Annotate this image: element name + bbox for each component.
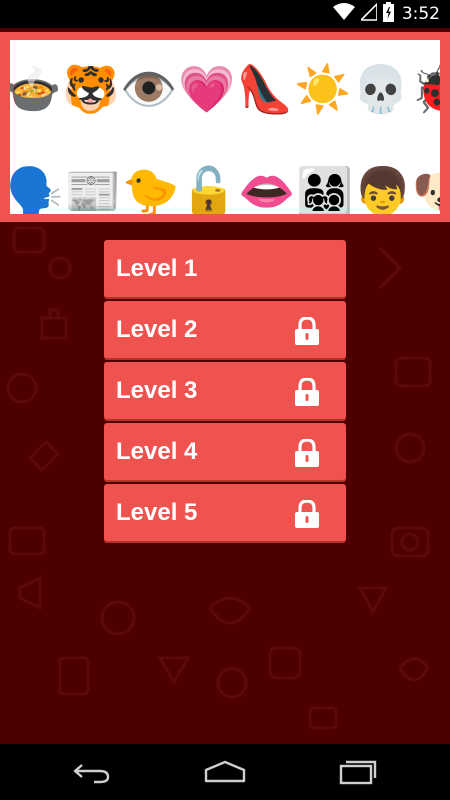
level-label: Level 5 [116,499,198,526]
wifi-icon [332,3,355,25]
banner-emoji: 👠 [236,62,294,116]
banner-emoji: 🗣️ [10,164,64,214]
level-label: Level 1 [116,255,198,282]
banner-emoji: 👦 [354,164,412,214]
banner-emoji: 👄 [238,164,296,214]
lock-icon [295,500,319,528]
level-5-button[interactable]: Level 5 [104,484,346,541]
status-bar: 3:52 [0,0,450,28]
app-content: 🍲 🐯 👁️ 💗 👠 ☀️ 💀 🐞 🗣️ 📰 🐤 🔓 👄 👨‍👩‍👧‍👦 👦 🐶 [0,28,450,744]
emoji-banner: 🍲 🐯 👁️ 💗 👠 ☀️ 💀 🐞 🗣️ 📰 🐤 🔓 👄 👨‍👩‍👧‍👦 👦 🐶 [0,32,450,222]
level-label: Level 3 [116,377,198,404]
banner-emoji: 👨‍👩‍👧‍👦 [296,164,354,214]
level-3-button[interactable]: Level 3 [104,362,346,419]
recent-apps-icon [339,760,377,785]
emoji-row-bottom: 🗣️ 📰 🐤 🔓 👄 👨‍👩‍👧‍👦 👦 🐶 [10,156,440,214]
home-icon [204,760,246,783]
banner-emoji: 🔓 [180,164,238,214]
banner-emoji: 📰 [64,164,122,214]
banner-emoji: 🍲 [10,62,62,116]
level-4-button[interactable]: Level 4 [104,423,346,480]
level-2-button[interactable]: Level 2 [104,301,346,358]
banner-emoji: 💗 [178,62,236,116]
home-button[interactable] [195,752,255,792]
recent-apps-button[interactable] [328,752,388,792]
emoji-banner-inner: 🍲 🐯 👁️ 💗 👠 ☀️ 💀 🐞 🗣️ 📰 🐤 🔓 👄 👨‍👩‍👧‍👦 👦 🐶 [10,40,440,214]
level-list: Level 1 Level 2 Level 3 Level 4 Level 5 [104,240,346,545]
banner-emoji: 👁️ [120,62,178,116]
status-time: 3:52 [401,4,440,24]
back-button[interactable] [62,752,122,792]
level-1-button[interactable]: Level 1 [104,240,346,297]
banner-emoji: 🐤 [122,164,180,214]
lock-icon [295,439,319,467]
banner-emoji: ☀️ [294,62,352,116]
lock-icon [295,317,319,345]
back-icon [73,764,110,784]
cellular-icon [358,2,378,25]
navigation-bar [0,744,450,800]
battery-charging-icon [382,2,394,26]
banner-emoji: 🐞 [410,62,440,116]
banner-emoji: 🐶 [412,162,440,214]
level-label: Level 2 [116,316,198,343]
status-icons: 3:52 [332,0,440,28]
emoji-row-top: 🍲 🐯 👁️ 💗 👠 ☀️ 💀 🐞 [10,54,440,124]
banner-emoji: 🐯 [62,62,120,116]
level-label: Level 4 [116,438,198,465]
lock-icon [295,378,319,406]
banner-emoji: 💀 [352,62,410,116]
